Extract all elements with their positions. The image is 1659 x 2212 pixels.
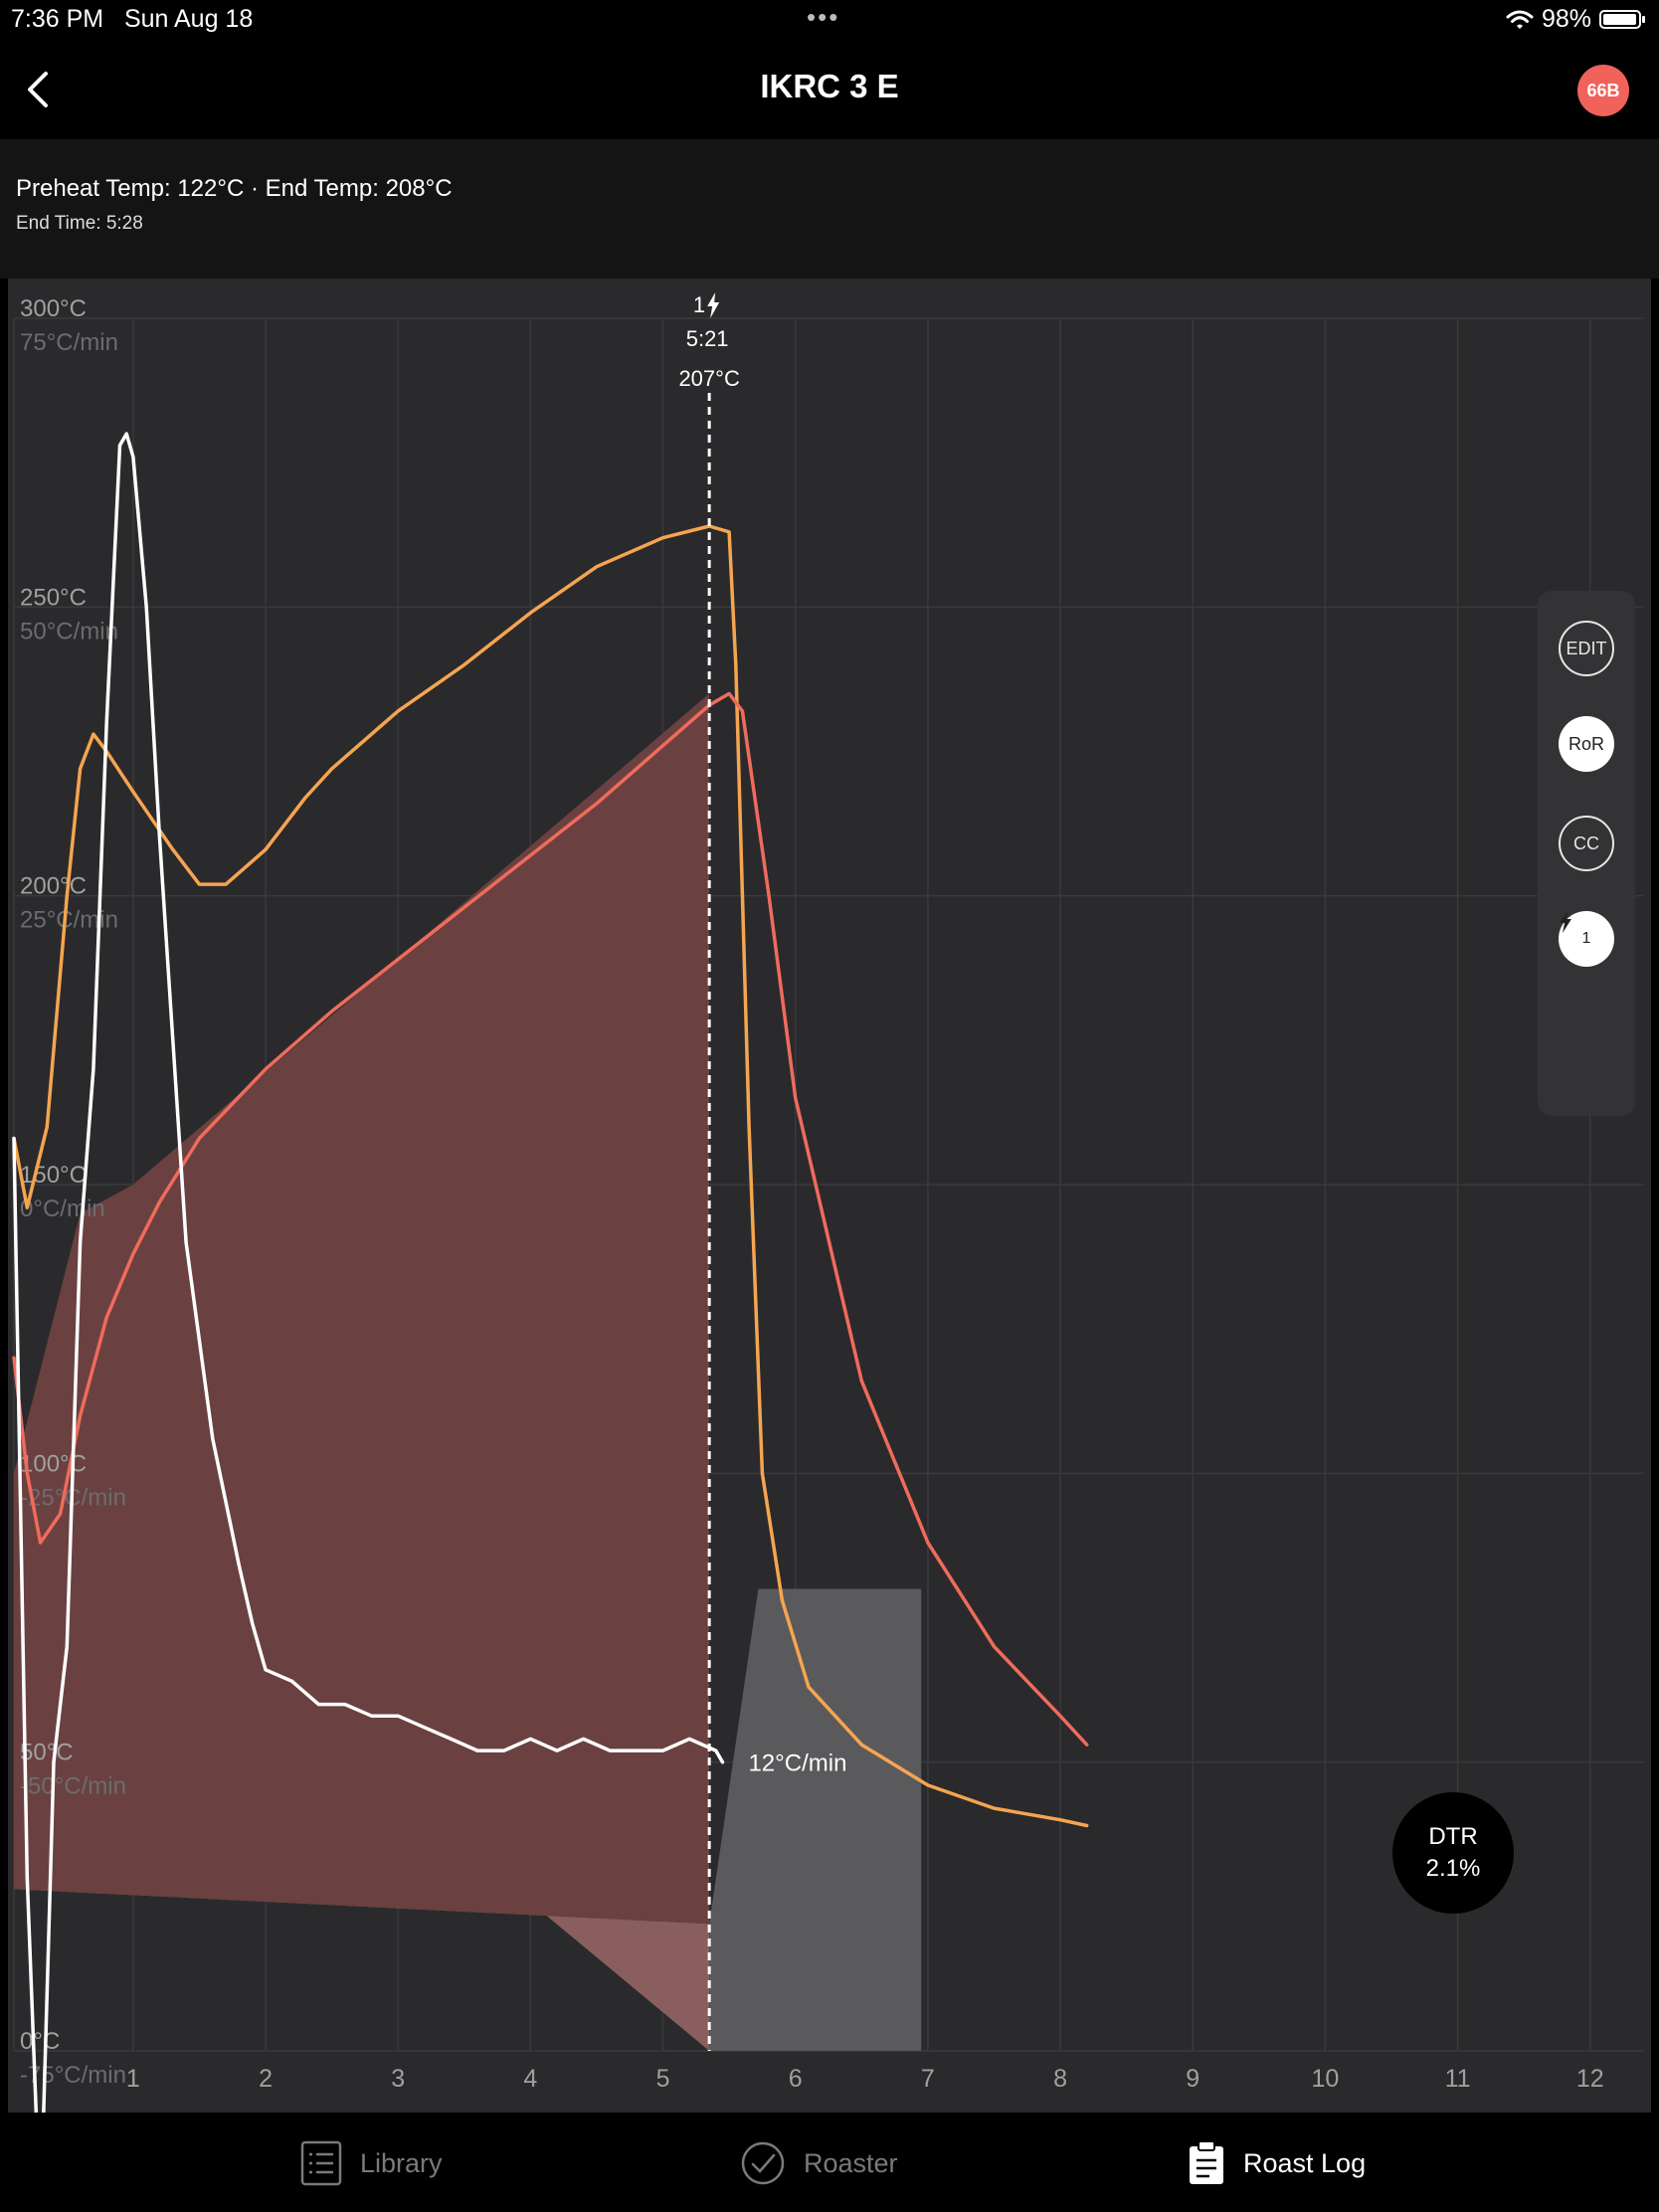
multitasking-dots-icon[interactable]: •••	[807, 2, 839, 33]
x-tick-label: 2	[259, 2065, 273, 2093]
first-crack-toggle[interactable]: 1	[1559, 911, 1614, 967]
x-tick-label: 6	[789, 2065, 803, 2093]
y-temp-label: 0°C	[20, 2028, 60, 2055]
x-tick-label: 10	[1311, 2065, 1339, 2093]
y-ror-label: 25°C/min	[20, 907, 118, 934]
tab-bar: Library Roaster Roast Log	[0, 2113, 1659, 2212]
edit-button[interactable]: EDIT	[1559, 621, 1614, 676]
clipboard-icon	[1190, 2140, 1223, 2184]
lightning-icon	[707, 292, 720, 318]
x-tick-label: 1	[126, 2065, 140, 2093]
roast-chart[interactable]: 300°C 75°C/min 250°C 50°C/min 200°C 25°C/min 1…	[8, 278, 1651, 2113]
ror-end-label: 12°C/min	[748, 1751, 846, 1777]
first-crack-temp: 207°C	[678, 366, 740, 391]
wifi-icon	[1506, 10, 1534, 29]
y-ror-label: -50°C/min	[20, 1773, 126, 1800]
y-ror-label: 0°C/min	[20, 1196, 105, 1222]
nav-bar: IKRC 3 E 66B	[0, 40, 1659, 139]
list-icon	[300, 2140, 342, 2186]
battery-icon	[1599, 10, 1645, 29]
phase-cooling	[709, 1588, 922, 2051]
dtr-indicator: DTR 2.1%	[1392, 1792, 1514, 1914]
battery-percent: 98%	[1541, 5, 1591, 33]
x-axis-labels: 1 2 3 4 5 6 7 8 9 10 11 12	[126, 2065, 1604, 2093]
y-temp-label: 200°C	[20, 873, 87, 900]
tab-roast-log-label: Roast Log	[1243, 2147, 1367, 2178]
x-tick-label: 7	[921, 2065, 935, 2093]
x-tick-label: 3	[391, 2065, 405, 2093]
roast-summary: Preheat Temp: 122°C · End Temp: 208°C En…	[0, 139, 1659, 278]
dtr-value: 2.1%	[1425, 1855, 1481, 1882]
tab-library[interactable]: Library	[300, 2140, 443, 2186]
dtr-label: DTR	[1428, 1823, 1478, 1850]
first-crack-count: 1	[1581, 930, 1591, 947]
chart-controls: EDIT RoR CC 1	[1538, 591, 1635, 1116]
tab-library-label: Library	[360, 2147, 443, 2178]
x-tick-label: 4	[523, 2065, 537, 2093]
page-title: IKRC 3 E	[760, 68, 899, 104]
x-tick-label: 9	[1186, 2065, 1199, 2093]
tab-roast-log[interactable]: Roast Log	[1188, 2140, 1366, 2186]
status-bar: 7:36 PM Sun Aug 18 ••• 98%	[0, 0, 1659, 40]
status-time: 7:36 PM Sun Aug 18	[11, 5, 254, 33]
x-tick-label: 12	[1576, 2065, 1604, 2093]
y-temp-label: 300°C	[20, 295, 87, 322]
end-time: End Time: 5:28	[16, 213, 143, 234]
y-ror-label: 75°C/min	[20, 329, 118, 356]
phase-maillard	[14, 693, 710, 1925]
ror-toggle[interactable]: RoR	[1559, 716, 1614, 772]
check-circle-icon	[741, 2141, 785, 2185]
status-right: 98%	[1506, 5, 1645, 34]
y-temp-label: 250°C	[20, 584, 87, 611]
preheat-end-temp: Preheat Temp: 122°C · End Temp: 208°C	[16, 175, 453, 202]
first-crack-time: 5:21	[686, 326, 729, 351]
x-tick-label: 8	[1053, 2065, 1067, 2093]
tab-roaster[interactable]: Roaster	[740, 2140, 898, 2186]
first-crack-label: 1	[693, 292, 705, 317]
tab-roaster-label: Roaster	[804, 2147, 898, 2178]
x-tick-label: 11	[1445, 2065, 1471, 2093]
x-tick-label: 5	[656, 2065, 670, 2093]
y-temp-label: 150°C	[20, 1162, 87, 1189]
y-ror-label: 50°C/min	[20, 618, 118, 645]
lightning-icon	[1560, 911, 1571, 933]
roast-badge[interactable]: 66B	[1577, 65, 1629, 116]
y-temp-label: 50°C	[20, 1740, 74, 1766]
cc-toggle[interactable]: CC	[1559, 816, 1614, 871]
roast-phases	[14, 693, 922, 2051]
y-temp-label: 100°C	[20, 1450, 87, 1477]
